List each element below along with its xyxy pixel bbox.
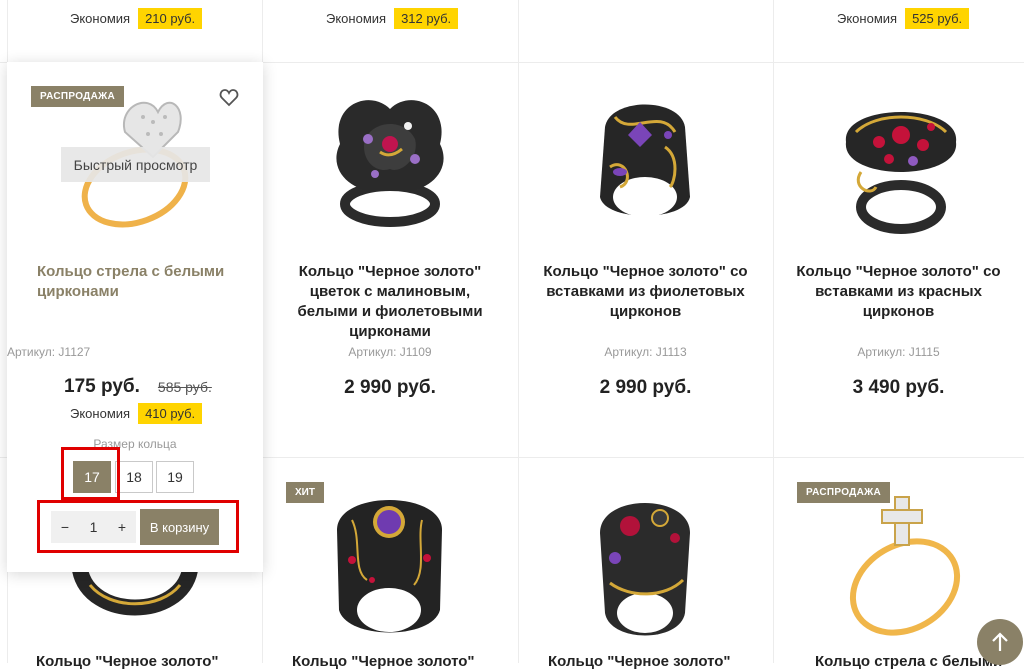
product-sku: Артикул: J1113 xyxy=(604,345,687,359)
product-image-black-red-ring[interactable] xyxy=(831,87,971,237)
product-image-cross-gold-ring[interactable] xyxy=(840,492,970,642)
product-price: 3 490 руб. xyxy=(852,377,945,398)
price-block: 175 руб. 585 руб. xyxy=(64,376,212,398)
hit-badge: ХИТ xyxy=(286,482,324,503)
saving-badge: 410 руб. xyxy=(138,403,203,424)
size-option-18[interactable]: 18 xyxy=(115,461,153,493)
product-sku: Артикул: J1115 xyxy=(857,345,940,359)
size-option-19[interactable]: 19 xyxy=(156,461,194,493)
scroll-top-button[interactable] xyxy=(977,619,1023,665)
product-price: 2 990 руб. xyxy=(599,377,692,398)
product-card-top-1[interactable]: Экономия 210 руб. xyxy=(7,0,262,62)
heart-icon[interactable] xyxy=(219,88,239,108)
product-sku: Артикул: J1109 xyxy=(348,345,432,359)
old-price: 585 руб. xyxy=(157,379,212,395)
product-image-black-flower-ring[interactable] xyxy=(320,84,460,234)
product-card[interactable]: Кольцо "Черное золото" со вставками из к… xyxy=(773,62,1024,457)
product-sku: Артикул: J1127 xyxy=(7,345,91,359)
product-title[interactable]: Кольцо "Черное золото" со вставками из ф… xyxy=(518,262,773,322)
saving-badge: 210 руб. xyxy=(138,8,203,29)
saving-info: Экономия 210 руб. xyxy=(70,8,203,29)
saving-info: Экономия 410 руб. xyxy=(70,403,203,424)
highlight-size-box xyxy=(61,447,120,500)
quick-view-button[interactable]: Быстрый просмотр xyxy=(61,147,210,182)
product-image-black-openwork-ring[interactable] xyxy=(322,480,457,650)
product-card[interactable]: Кольцо "Черное золото" со вставками из ф… xyxy=(518,62,773,457)
product-card-top-4[interactable]: Экономия 525 руб. xyxy=(773,0,1024,62)
product-price: 2 990 руб. xyxy=(344,377,436,398)
saving-badge: 312 руб. xyxy=(394,8,459,29)
product-title[interactable]: Кольцо "Черное золото" со вставками из к… xyxy=(773,262,1024,322)
product-card-hovered[interactable]: РАСПРОДАЖА Быстрый просмотр Кольцо стрел… xyxy=(7,62,263,572)
size-label: Размер кольца xyxy=(93,437,177,451)
saving-badge: 525 руб. xyxy=(905,8,970,29)
saving-label: Экономия xyxy=(70,11,131,26)
product-price: 175 руб. xyxy=(64,376,140,397)
saving-label: Экономия xyxy=(837,11,898,26)
product-title[interactable]: Кольцо "Черное золото" цветок с малиновы… xyxy=(262,262,518,342)
saving-info: Экономия 312 руб. xyxy=(326,8,459,29)
product-title[interactable]: Кольцо стрела с белыми xyxy=(815,653,1002,670)
saving-label: Экономия xyxy=(326,11,387,26)
saving-label: Экономия xyxy=(70,406,131,421)
product-title[interactable]: Кольцо "Черное золото" xyxy=(292,653,475,670)
arrow-up-icon xyxy=(992,632,1008,651)
product-card[interactable]: Кольцо "Черное золото" цветок с малиновы… xyxy=(262,62,518,457)
saving-info: Экономия 525 руб. xyxy=(837,8,970,29)
product-title[interactable]: Кольцо "Черное золото" xyxy=(548,653,731,670)
product-card-top-2[interactable]: Экономия 312 руб. xyxy=(262,0,518,62)
product-title[interactable]: Кольцо "Черное золото" xyxy=(36,653,219,670)
product-image-black-violet-ring[interactable] xyxy=(580,87,710,232)
product-title[interactable]: Кольцо стрела с белыми цирконами xyxy=(7,262,263,302)
product-image-black-ruby-ring[interactable] xyxy=(585,488,705,648)
highlight-cart-box xyxy=(37,500,239,553)
